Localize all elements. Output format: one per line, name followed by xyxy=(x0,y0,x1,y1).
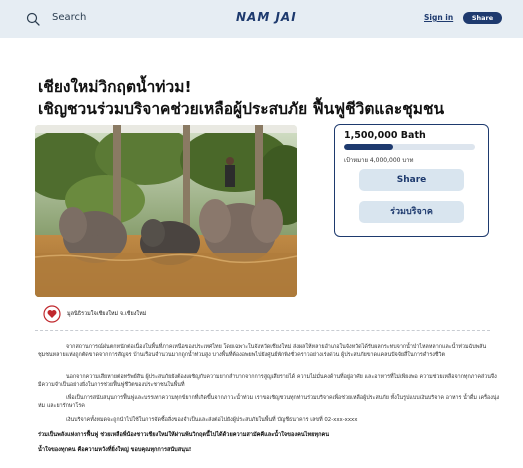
call-to-action-line-1: ร่วมเป็นพลังแห่งการฟื้นฟู ช่วยเหลือพี่น้… xyxy=(38,432,330,438)
campaign-title-line-1: เชียงใหม่วิกฤตน้ำท่วม! xyxy=(38,78,192,96)
search-label[interactable]: Search xyxy=(52,12,86,23)
sign-in-link[interactable]: Sign in xyxy=(424,13,453,22)
donate-button[interactable]: ร่วมบริจาค xyxy=(359,201,464,223)
top-navigation-bar: Search NAM JAI Sign in Share xyxy=(0,0,523,38)
story-paragraph-4: เงินบริจาคทั้งหมดจะถูกนำไปใช้ในการจัดซื้… xyxy=(38,416,500,424)
call-to-action-line-2: น้ำใจของทุกคน คือความหวังที่ยิ่งใหญ่ ขอบ… xyxy=(38,447,192,453)
organizer-name[interactable]: มูลนิธิรวมใจเชียงใหม่ จ.เชียงใหม่ xyxy=(67,310,146,318)
search-icon[interactable] xyxy=(26,12,40,26)
organizer-logo-icon[interactable] xyxy=(43,305,61,323)
donation-card: 1,500,000 Bath เป้าหมาย 4,000,000 บาท Sh… xyxy=(334,124,489,237)
story-paragraph-4-text: เงินบริจาคทั้งหมดจะถูกนำไปใช้ในการจัดซื้… xyxy=(66,417,358,423)
share-button[interactable]: Share xyxy=(359,169,464,191)
campaign-title-line-2: เชิญชวนร่วมบริจาคช่วยเหลือผู้ประสบภัย ฟื… xyxy=(38,100,445,118)
hero-image xyxy=(35,125,297,297)
story-paragraph-3-text: เพื่อเป็นการสนับสนุนการฟื้นฟูและบรรเทาคว… xyxy=(38,395,500,410)
goal-text: เป้าหมาย 4,000,000 บาท xyxy=(344,157,414,164)
campaign-title: เชียงใหม่วิกฤตน้ำท่วม! เชิญชวนร่วมบริจาค… xyxy=(38,76,508,120)
story-paragraph-1-text: จากสถานการณ์ฝนตกหนักต่อเนื่องในพื้นที่ภา… xyxy=(38,344,487,359)
raised-amount: 1,500,000 Bath xyxy=(344,130,426,141)
logo[interactable]: NAM JAI xyxy=(236,10,297,24)
story-paragraph-3: เพื่อเป็นการสนับสนุนการฟื้นฟูและบรรเทาคว… xyxy=(38,394,500,410)
donation-progress-bar xyxy=(344,144,475,150)
donation-progress-fill xyxy=(344,144,394,150)
story-paragraph-1: จากสถานการณ์ฝนตกหนักต่อเนื่องในพื้นที่ภา… xyxy=(38,343,500,359)
section-divider xyxy=(35,330,490,331)
share-button-header[interactable]: Share xyxy=(463,12,502,24)
story-paragraph-2: นอกจากความเสียหายต่อทรัพย์สิน ผู้ประสบภั… xyxy=(38,373,500,389)
story-paragraph-2-text: นอกจากความเสียหายต่อทรัพย์สิน ผู้ประสบภั… xyxy=(38,374,497,389)
